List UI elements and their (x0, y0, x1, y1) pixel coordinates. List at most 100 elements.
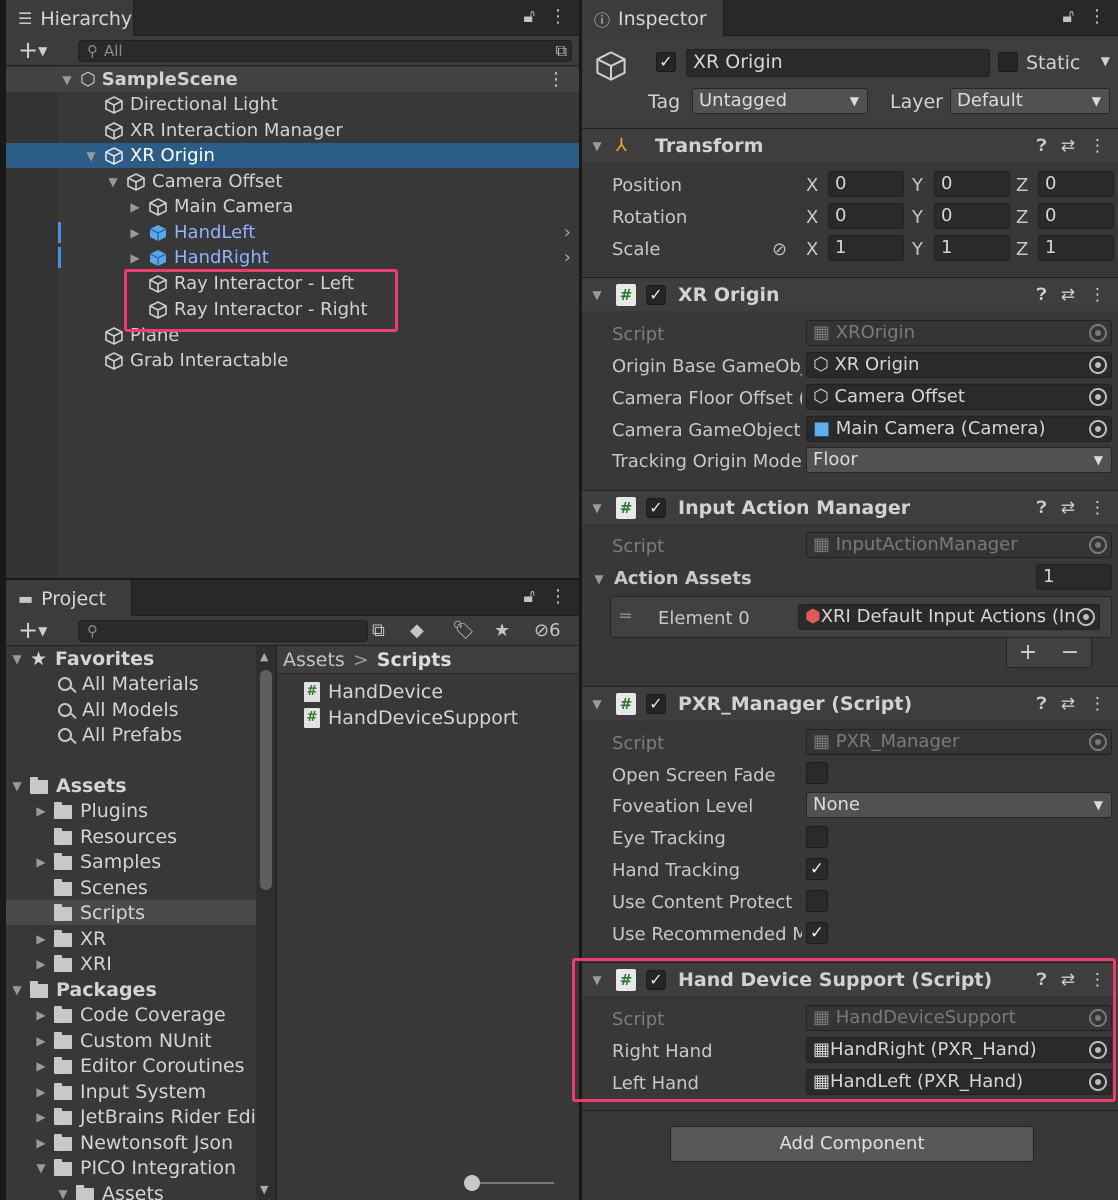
tracking-origin-dropdown[interactable]: Floor ▼ (806, 447, 1112, 473)
collapse-arrow-icon[interactable]: ▶ (34, 932, 48, 946)
package-item[interactable]: ▶ Editor Coroutines (6, 1053, 244, 1078)
hidden-packages-icon[interactable]: ⊘6 (534, 620, 561, 641)
expand-arrow-icon[interactable]: ▼ (56, 1187, 70, 1200)
hierarchy-tab[interactable]: ☰ Hierarchy (6, 0, 134, 37)
scale-z-field[interactable]: 1 (1038, 235, 1114, 261)
help-icon[interactable]: ❓︎ (1037, 694, 1047, 714)
file-item[interactable]: # HandDeviceSupport (304, 705, 518, 730)
camera-floor-field[interactable]: ⬡ Camera Offset (806, 384, 1112, 410)
collapse-arrow-icon[interactable]: ▶ (34, 1008, 48, 1022)
static-checkbox[interactable] (998, 52, 1018, 72)
package-item[interactable]: ▼ Assets (6, 1181, 164, 1200)
static-dropdown-icon[interactable]: ▼ (1101, 54, 1110, 68)
open-screen-fade-checkbox[interactable] (806, 762, 828, 784)
drag-handle-icon[interactable]: ═ (620, 606, 631, 627)
favorite-item[interactable]: All Prefabs (6, 722, 182, 747)
kebab-menu-icon[interactable]: ⋮ (1088, 6, 1106, 27)
favorite-item[interactable]: All Models (6, 697, 179, 722)
lock-icon[interactable]: 🔓︎ (1062, 6, 1074, 27)
camera-go-field[interactable]: ■ Main Camera (Camera) (806, 416, 1112, 442)
presets-icon[interactable]: ⇄ (1061, 694, 1075, 714)
package-item[interactable]: ▶ Newtonsoft Json (6, 1130, 233, 1155)
pxr-manager-header[interactable]: ▼ # ✓ PXR_Manager (Script) ❓︎ ⇄ ⋮ (582, 686, 1118, 720)
fold-arrow-icon[interactable]: ▼ (590, 139, 604, 153)
scene-row[interactable]: ▼ ⬡ SampleScene ⋮ (6, 67, 579, 92)
object-name-field[interactable]: XR Origin (686, 49, 990, 77)
scroll-up-icon[interactable]: ▲ (260, 650, 268, 663)
expand-arrow-icon[interactable]: ▼ (84, 149, 98, 163)
folder-item[interactable]: ▶ Samples (6, 849, 161, 874)
hierarchy-item[interactable]: ▶ Main Camera (6, 194, 579, 219)
kebab-menu-icon[interactable]: ⋮ (549, 586, 567, 607)
folder-item[interactable]: ▶ Plugins (6, 798, 148, 823)
rot-y-field[interactable]: 0 (934, 203, 1010, 229)
add-element-button[interactable]: + (1019, 640, 1037, 665)
folder-item-selected[interactable]: Scripts (6, 900, 256, 925)
expand-arrow-icon[interactable]: ▼ (10, 983, 24, 997)
collapse-arrow-icon[interactable]: ▶ (34, 1059, 48, 1073)
help-icon[interactable]: ❓︎ (1037, 136, 1047, 156)
hierarchy-item[interactable]: XR Interaction Manager (6, 118, 579, 143)
scale-x-field[interactable]: 1 (828, 235, 904, 261)
lock-icon[interactable]: 🔓︎ (523, 586, 535, 607)
package-item[interactable]: ▶ Custom NUnit (6, 1028, 211, 1053)
tag-dropdown[interactable]: Untagged ▼ (692, 88, 868, 114)
object-picker-icon[interactable] (1077, 608, 1095, 626)
content-protect-checkbox[interactable] (806, 890, 828, 912)
hierarchy-item[interactable]: ▶ HandLeft › (6, 220, 579, 245)
inspector-tab[interactable]: ⓘ Inspector (582, 0, 724, 37)
presets-icon[interactable]: ⇄ (1061, 285, 1075, 305)
xr-origin-component-header[interactable]: ▼ # ✓ XR Origin ❓︎ ⇄ ⋮ (582, 277, 1118, 311)
hierarchy-search-input[interactable]: ⚲ All ⧉ (78, 40, 572, 62)
collapse-arrow-icon[interactable]: ▶ (34, 855, 48, 869)
recommended-checkbox[interactable]: ✓ (806, 922, 828, 944)
assets-row[interactable]: ▼ Assets (6, 773, 126, 798)
foveation-dropdown[interactable]: None ▼ (806, 792, 1112, 818)
collapse-arrow-icon[interactable]: ▶ (34, 957, 48, 971)
folder-item[interactable]: ▶ XR (6, 926, 106, 951)
component-enabled-checkbox[interactable]: ✓ (646, 497, 666, 518)
element-0-field[interactable]: ⬢XRI Default Input Actions (In (798, 604, 1100, 630)
component-menu-icon[interactable]: ⋮ (1089, 136, 1106, 156)
origin-base-field[interactable]: ⬡ XR Origin (806, 352, 1112, 378)
expand-arrow-icon[interactable]: ▼ (60, 73, 74, 87)
scale-y-field[interactable]: 1 (934, 235, 1010, 261)
object-picker-icon[interactable] (1089, 420, 1107, 438)
package-item[interactable]: ▶ JetBrains Rider Edi (6, 1104, 256, 1129)
fold-arrow-icon[interactable]: ▼ (590, 697, 604, 711)
filter-by-type-icon[interactable]: ◆ (410, 620, 424, 641)
component-menu-icon[interactable]: ⋮ (1089, 498, 1106, 518)
pos-y-field[interactable]: 0 (934, 171, 1010, 197)
package-item[interactable]: ▼ PICO Integration (6, 1155, 236, 1180)
expand-arrow-icon[interactable]: ▼ (10, 779, 24, 793)
scroll-down-icon[interactable]: ▼ (260, 1183, 268, 1196)
transform-header[interactable]: ▼ ⅄ Transform ❓︎ ⇄ ⋮ (582, 128, 1118, 162)
slider-handle[interactable] (464, 1175, 480, 1191)
collapse-arrow-icon[interactable]: ▶ (34, 1110, 48, 1124)
favorites-row[interactable]: ▼ ★ Favorites (6, 646, 154, 671)
collapse-arrow-icon[interactable]: ▶ (128, 251, 142, 265)
create-button[interactable]: +▼ (18, 36, 47, 65)
pos-x-field[interactable]: 0 (828, 171, 904, 197)
breadcrumb-current[interactable]: Scripts (377, 649, 452, 671)
component-menu-icon[interactable]: ⋮ (1089, 694, 1106, 714)
rot-z-field[interactable]: 0 (1038, 203, 1114, 229)
layer-dropdown[interactable]: Default ▼ (950, 88, 1110, 114)
pos-z-field[interactable]: 0 (1038, 171, 1114, 197)
hierarchy-item[interactable]: ▶ HandRight › (6, 245, 579, 270)
tree-scrollbar[interactable]: ▲ ▼ (256, 646, 276, 1200)
gameobject-large-icon[interactable] (594, 49, 628, 83)
lock-icon[interactable]: 🔓︎ (523, 6, 535, 27)
collapse-arrow-icon[interactable]: ▶ (34, 804, 48, 818)
collapse-arrow-icon[interactable]: ▶ (128, 200, 142, 214)
kebab-menu-icon[interactable]: ⋮ (549, 6, 567, 27)
scene-menu-icon[interactable]: ⋮ (547, 69, 565, 90)
presets-icon[interactable]: ⇄ (1061, 136, 1075, 156)
hierarchy-item[interactable]: ▼ Camera Offset (6, 169, 579, 194)
project-tab[interactable]: ▬ Project (6, 580, 132, 617)
folder-item[interactable]: Resources (6, 824, 177, 849)
help-icon[interactable]: ❓︎ (1037, 498, 1047, 518)
favorite-star-icon[interactable]: ★ (494, 620, 510, 641)
icon-size-slider[interactable] (464, 1175, 554, 1191)
add-component-button[interactable]: Add Component (670, 1126, 1034, 1162)
